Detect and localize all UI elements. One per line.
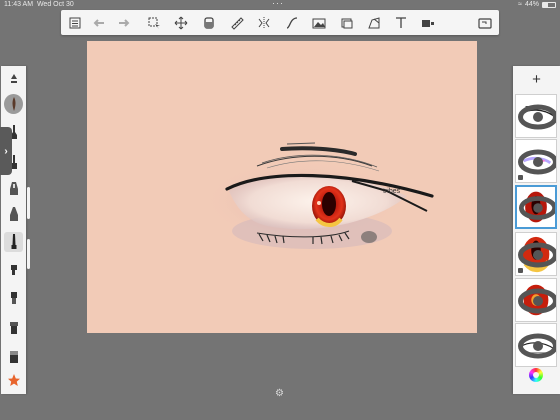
undo-icon[interactable] xyxy=(91,14,109,32)
fill-icon[interactable] xyxy=(200,14,218,32)
layer-lock-icon[interactable] xyxy=(518,175,523,180)
brush-airbrush-icon[interactable] xyxy=(4,178,23,198)
layer-visibility-icon[interactable] xyxy=(518,234,557,276)
brush-up-icon[interactable] xyxy=(4,70,23,90)
brush-opacity-slider[interactable] xyxy=(27,239,30,269)
select-icon[interactable] xyxy=(145,14,163,32)
ruler-icon[interactable] xyxy=(228,14,246,32)
brush-eraser-icon[interactable] xyxy=(4,347,23,367)
brush-toolbar xyxy=(1,66,26,394)
layer-visibility-icon[interactable] xyxy=(518,96,557,138)
layer-visibility-icon[interactable] xyxy=(518,280,557,322)
battery-percent: 44% xyxy=(524,1,539,8)
record-icon[interactable] xyxy=(419,14,437,32)
image-import-icon[interactable] xyxy=(310,14,328,32)
curve-icon[interactable] xyxy=(283,14,301,32)
top-toolbar xyxy=(61,10,499,35)
brush-round-icon[interactable] xyxy=(4,94,23,114)
text-icon[interactable] xyxy=(392,14,410,32)
brush-chisel-icon[interactable] xyxy=(4,260,23,280)
brush-soft-icon[interactable] xyxy=(4,204,23,224)
collapse-toolbar-tab[interactable]: › xyxy=(0,127,12,175)
eye-drawing: tribes xyxy=(202,142,434,249)
layer-thumbnail-iris-selected[interactable] xyxy=(515,185,557,229)
layers-panel: + xyxy=(513,66,560,394)
multitask-dots[interactable]: ··· xyxy=(272,0,284,8)
status-bar: 11:43 AM Wed Oct 30 ··· ≈ 44% xyxy=(0,0,560,10)
layer-visibility-icon[interactable] xyxy=(518,325,557,367)
brush-smudge-icon[interactable] xyxy=(4,318,23,338)
layer-visibility-icon[interactable] xyxy=(518,141,557,183)
transform-icon[interactable] xyxy=(172,14,190,32)
layer-visibility-icon[interactable] xyxy=(519,188,557,228)
layers-stack-icon[interactable] xyxy=(338,14,356,32)
battery-icon xyxy=(542,1,556,8)
symmetry-icon[interactable] xyxy=(255,14,273,32)
favorites-star-icon[interactable] xyxy=(4,370,23,390)
layer-thumbnail-iris-base[interactable] xyxy=(515,232,557,276)
color-wheel-icon[interactable] xyxy=(529,368,543,382)
wifi-icon: ≈ xyxy=(518,1,522,8)
redo-icon[interactable] xyxy=(114,14,132,32)
layer-thumbnail-lineart[interactable] xyxy=(515,94,557,138)
brush-pencil-active-icon[interactable] xyxy=(4,232,23,252)
layer-list-icon[interactable] xyxy=(66,14,84,32)
brush-square-icon[interactable] xyxy=(4,288,23,308)
layer-lock-icon[interactable] xyxy=(518,268,523,273)
add-layer-button[interactable]: + xyxy=(513,70,560,90)
fullscreen-icon[interactable] xyxy=(476,14,494,32)
status-time: 11:43 AM Wed Oct 30 xyxy=(4,1,74,8)
perspective-icon[interactable] xyxy=(365,14,383,32)
canvas-annotation-text: tribes xyxy=(383,188,401,195)
layer-thumbnail-iris-glow[interactable] xyxy=(515,278,557,322)
brush-size-slider[interactable] xyxy=(27,187,30,219)
layer-thumbnail-sketch[interactable] xyxy=(515,323,557,367)
status-right: ≈ 44% xyxy=(518,1,556,8)
settings-gear-icon[interactable]: ⚙ xyxy=(275,389,285,399)
drawing-canvas[interactable]: tribes xyxy=(87,41,477,333)
layer-thumbnail-highlight[interactable] xyxy=(515,139,557,183)
